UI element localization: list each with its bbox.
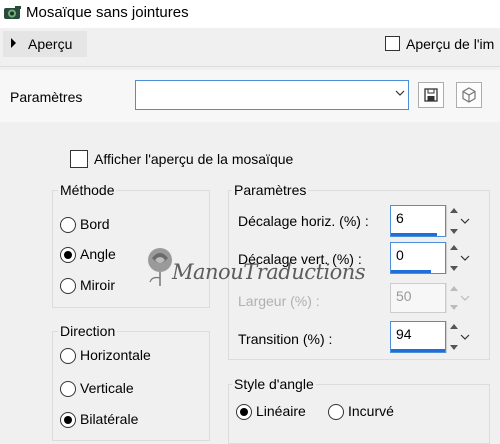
- width-spinner[interactable]: [446, 283, 461, 313]
- chevron-down-icon: [395, 90, 405, 96]
- divider: [0, 66, 500, 67]
- direction-bilaterale-radio[interactable]: [60, 412, 76, 428]
- preset-label: Paramètres: [10, 89, 83, 105]
- spin-down-icon: [450, 266, 458, 271]
- method-bord-radio[interactable]: [60, 217, 76, 233]
- horizontal-offset-input[interactable]: 6: [390, 205, 446, 237]
- radio-selected-dot: [64, 251, 72, 259]
- transition-label: Transition (%) :: [238, 331, 333, 347]
- watermark-text: ManouTraductions: [172, 260, 366, 284]
- horizontal-offset-value: 6: [396, 210, 404, 226]
- corner-lineaire-radio[interactable]: [236, 404, 252, 420]
- app-icon: [4, 6, 21, 19]
- corner-lineaire-label: Linéaire: [256, 403, 306, 419]
- method-angle-label: Angle: [80, 246, 116, 262]
- width-input[interactable]: 50: [390, 283, 446, 313]
- expand-arrow-icon: [11, 38, 16, 48]
- chevron-down-icon[interactable]: [460, 293, 470, 303]
- direction-group-title: Direction: [58, 323, 118, 339]
- preset-options-button[interactable]: [456, 82, 482, 108]
- image-preview-label: Aperçu de l'im: [406, 36, 495, 52]
- save-icon: [424, 88, 438, 102]
- horizontal-offset-label: Décalage horiz. (%) :: [238, 213, 369, 229]
- method-group-title: Méthode: [58, 182, 117, 198]
- transition-spinner[interactable]: [446, 321, 461, 353]
- transition-value: 94: [396, 326, 412, 342]
- watermark: ManouTraductions: [142, 244, 366, 294]
- direction-horizontale-label: Horizontale: [80, 347, 151, 363]
- transition-input[interactable]: 94: [390, 321, 446, 353]
- radio-selected-dot: [64, 416, 72, 424]
- corner-incurve-radio[interactable]: [328, 404, 344, 420]
- spin-down-icon: [450, 345, 458, 350]
- direction-verticale-label: Verticale: [80, 380, 134, 396]
- method-miroir-label: Miroir: [80, 277, 115, 293]
- preset-select[interactable]: [135, 80, 409, 110]
- method-bord-label: Bord: [80, 216, 110, 232]
- cube-icon: [462, 87, 476, 103]
- vertical-offset-spinner[interactable]: [446, 242, 461, 274]
- corner-incurve-label: Incurvé: [348, 403, 394, 419]
- preview-toggle-label: Aperçu: [28, 36, 73, 52]
- vertical-offset-bar: [391, 270, 431, 273]
- show-mosaic-preview-checkbox[interactable]: [70, 150, 88, 168]
- spin-up-icon: [450, 324, 458, 329]
- width-label: Largeur (%) :: [238, 293, 320, 309]
- spin-down-icon: [450, 229, 458, 234]
- horizontal-offset-bar: [391, 233, 437, 236]
- corner-style-group-title: Style d'angle: [232, 376, 316, 392]
- image-preview-checkbox[interactable]: [385, 36, 400, 51]
- direction-verticale-radio[interactable]: [60, 381, 76, 397]
- chevron-down-icon[interactable]: [460, 216, 470, 226]
- vertical-offset-value: 0: [396, 247, 404, 263]
- radio-selected-dot: [240, 408, 248, 416]
- transition-bar: [391, 349, 445, 352]
- show-mosaic-preview-label: Afficher l'aperçu de la mosaïque: [94, 151, 294, 167]
- save-preset-button[interactable]: [418, 82, 444, 108]
- method-miroir-radio[interactable]: [60, 278, 76, 294]
- vertical-offset-input[interactable]: 0: [390, 242, 446, 274]
- method-angle-radio[interactable]: [60, 247, 76, 263]
- chevron-down-icon[interactable]: [460, 332, 470, 342]
- spin-up-icon: [450, 208, 458, 213]
- direction-horizontale-radio[interactable]: [60, 348, 76, 364]
- width-value: 50: [396, 288, 412, 304]
- spin-down-icon: [450, 305, 458, 310]
- spin-up-icon: [450, 245, 458, 250]
- parameters-group-title: Paramètres: [232, 182, 309, 198]
- window-title: Mosaïque sans jointures: [26, 4, 189, 21]
- horizontal-offset-spinner[interactable]: [446, 205, 461, 237]
- spin-up-icon: [450, 286, 458, 291]
- chevron-down-icon[interactable]: [460, 253, 470, 263]
